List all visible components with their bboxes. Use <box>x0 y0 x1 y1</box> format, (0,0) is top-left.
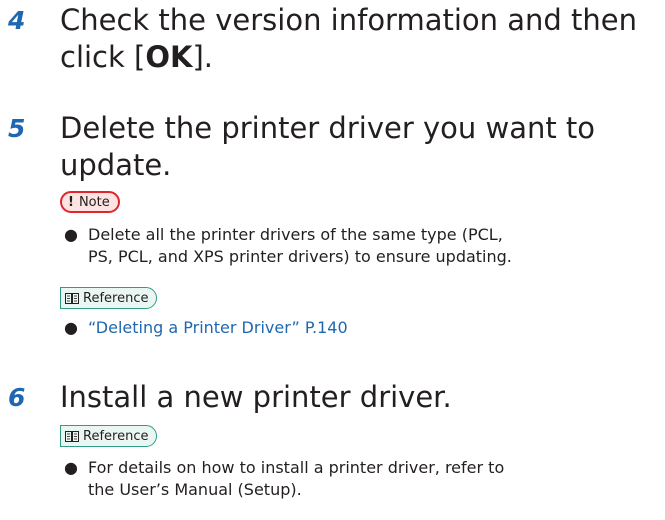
step-text-part: click [ <box>60 40 146 74</box>
step-text: Delete the printer driver you want to up… <box>60 110 660 184</box>
reference-label: Reference <box>83 290 149 306</box>
book-icon <box>65 430 79 442</box>
step-text-part: ]. <box>192 40 214 74</box>
note-label: Note <box>78 194 110 210</box>
step-text-line: Check the version information and then <box>60 3 638 37</box>
bullet-icon: ● <box>64 318 78 337</box>
step-text-line: Install a new printer driver. <box>60 380 452 414</box>
exclamation-icon: ! <box>68 194 74 210</box>
bullet-icon: ● <box>64 225 78 244</box>
note-item: Delete all the printer drivers of the sa… <box>88 224 648 268</box>
step-text: Check the version information and then c… <box>60 2 660 76</box>
book-icon <box>65 292 79 304</box>
reference-badge: Reference <box>60 287 158 309</box>
step-number: 5 <box>8 114 26 143</box>
step-text-line: Delete the printer driver you want to <box>60 111 596 145</box>
note-badge: ! Note <box>60 191 120 213</box>
step-text-line: update. <box>60 148 172 182</box>
reference-item: “Deleting a Printer Driver” P.140 <box>88 317 648 339</box>
note-item-line: Delete all the printer drivers of the sa… <box>88 225 503 244</box>
step-number: 6 <box>8 383 26 412</box>
reference-item: For details on how to install a printer … <box>88 457 648 501</box>
step-text: Install a new printer driver. <box>60 379 660 416</box>
ok-label: OK <box>145 40 193 74</box>
reference-item-line: For details on how to install a printer … <box>88 458 505 477</box>
reference-label: Reference <box>83 428 149 444</box>
note-item-line: PS, PCL, and XPS printer drivers) to ens… <box>88 247 512 266</box>
step-number: 4 <box>8 6 26 35</box>
reference-badge: Reference <box>60 425 158 447</box>
deleting-printer-driver-link[interactable]: “Deleting a Printer Driver” P.140 <box>88 318 348 337</box>
reference-item-line: the User’s Manual (Setup). <box>88 480 302 499</box>
bullet-icon: ● <box>64 458 78 477</box>
step-text-line: click [OK]. <box>60 39 660 76</box>
